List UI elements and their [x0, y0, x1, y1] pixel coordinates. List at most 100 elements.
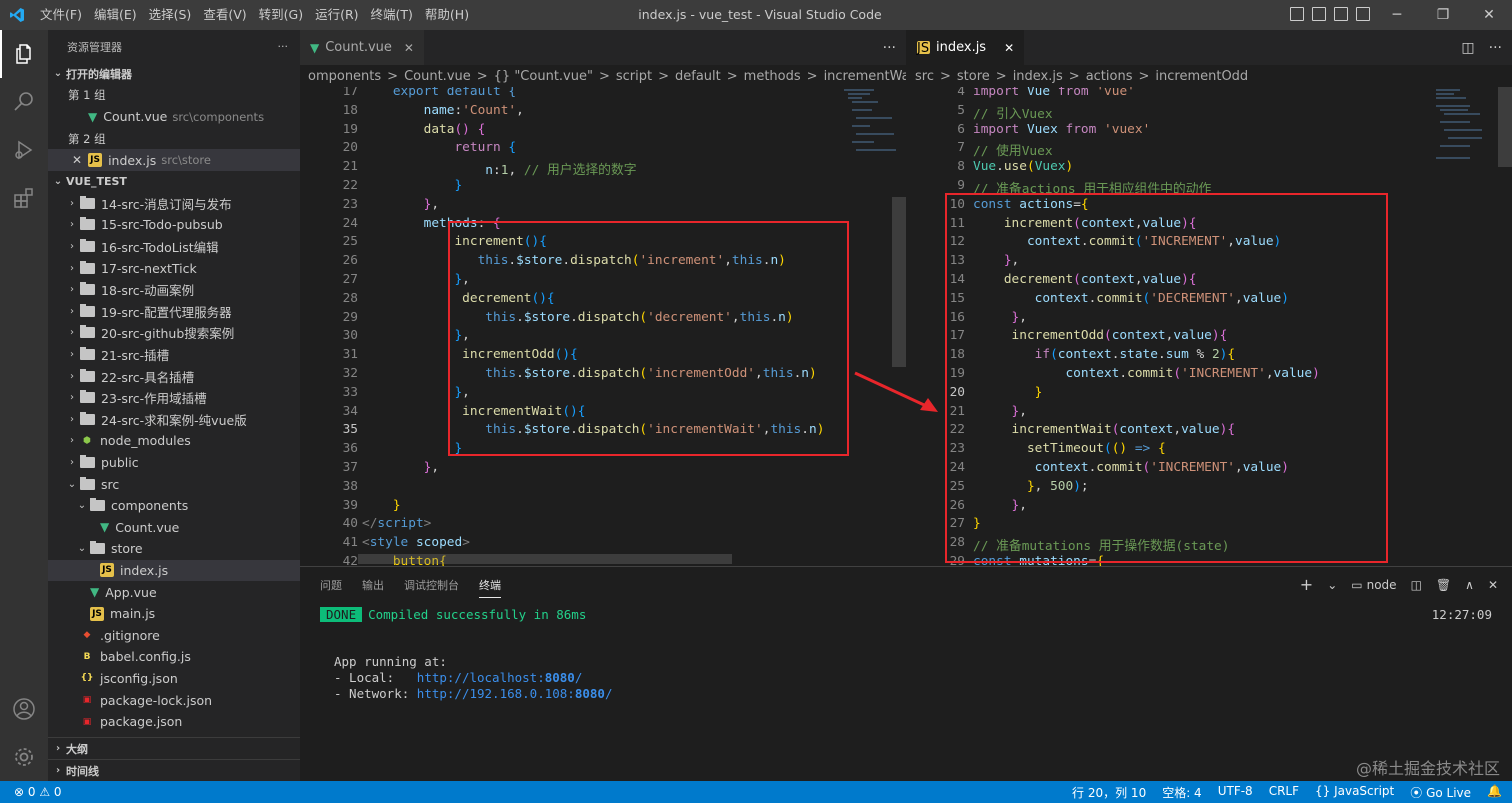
- tree-item[interactable]: ⌄ store: [48, 538, 300, 560]
- tree-item[interactable]: › 17-src-nextTick: [48, 257, 300, 279]
- tree-item[interactable]: ▼ App.vue: [48, 581, 300, 603]
- notifications-icon[interactable]: 🔔: [1487, 784, 1502, 801]
- breadcrumb-item[interactable]: script: [616, 69, 652, 84]
- outline-section[interactable]: › 大纲: [48, 738, 300, 760]
- menu-item[interactable]: 帮助(H): [419, 0, 475, 30]
- breadcrumb-item[interactable]: Count.vue: [404, 69, 471, 84]
- breadcrumb-item[interactable]: incrementOdd: [1155, 69, 1248, 84]
- tree-item[interactable]: › 20-src-github搜索案例: [48, 322, 300, 344]
- horizontal-scrollbar[interactable]: [358, 554, 732, 564]
- split-terminal-icon[interactable]: ◫: [1411, 578, 1422, 592]
- tree-item[interactable]: › 23-src-作用域插槽: [48, 387, 300, 409]
- breadcrumb-item[interactable]: index.js: [1013, 69, 1063, 84]
- breadcrumb-item[interactable]: actions: [1086, 69, 1133, 84]
- terminal-shell[interactable]: ▭ node: [1351, 578, 1396, 592]
- split-editor-icon[interactable]: ◫: [1461, 40, 1474, 56]
- panel-tab[interactable]: 问题: [320, 577, 342, 593]
- tree-item[interactable]: Bbabel.config.js: [48, 646, 300, 668]
- close-editor-icon[interactable]: ✕: [72, 153, 82, 167]
- breadcrumb-item[interactable]: default: [675, 69, 721, 84]
- language-mode[interactable]: {} JavaScript: [1315, 784, 1394, 801]
- tab-count-vue[interactable]: ▼ Count.vue ✕: [300, 30, 424, 65]
- more-actions-icon[interactable]: ···: [278, 40, 289, 53]
- encoding[interactable]: UTF-8: [1218, 784, 1253, 801]
- local-url[interactable]: http://localhost:: [417, 670, 545, 685]
- tree-item[interactable]: ◆ .gitignore: [48, 624, 300, 646]
- breadcrumb-item[interactable]: methods: [744, 69, 801, 84]
- menu-item[interactable]: 终端(T): [365, 0, 419, 30]
- tree-item[interactable]: JS main.js: [48, 603, 300, 625]
- tree-item[interactable]: ⌄ src: [48, 473, 300, 495]
- customize-layout-icon[interactable]: [1356, 7, 1370, 21]
- network-url[interactable]: http://192.168.0.108:: [417, 686, 575, 701]
- account-icon[interactable]: [0, 685, 48, 733]
- panel-tab[interactable]: 终端: [479, 572, 501, 598]
- tree-item[interactable]: › 22-src-具名插槽: [48, 365, 300, 387]
- open-editor-count-vue[interactable]: ▼ Count.vue src\components: [48, 106, 300, 128]
- new-terminal-icon[interactable]: +: [1300, 575, 1313, 594]
- more-actions-icon[interactable]: ···: [883, 40, 896, 56]
- tree-item[interactable]: ▼ Count.vue: [48, 516, 300, 538]
- trash-icon[interactable]: 🗑: [1436, 578, 1451, 592]
- toggle-panel-icon[interactable]: [1312, 7, 1326, 21]
- tab-index-js[interactable]: JS index.js ✕: [907, 30, 1025, 65]
- open-editors-section[interactable]: ⌄ 打开的编辑器: [48, 63, 300, 85]
- extensions-icon[interactable]: [0, 174, 48, 222]
- tree-item[interactable]: › public: [48, 452, 300, 474]
- menu-item[interactable]: 编辑(E): [88, 0, 143, 30]
- tree-item[interactable]: ▣ package-lock.json: [48, 689, 300, 711]
- problems-indicator[interactable]: ⊗ 0 ⚠ 0: [14, 785, 62, 799]
- timeline-section[interactable]: › 时间线: [48, 759, 300, 781]
- tree-item[interactable]: {} jsconfig.json: [48, 668, 300, 690]
- maximize-panel-icon[interactable]: ∧: [1465, 578, 1474, 592]
- project-section[interactable]: ⌄ VUE_TEST: [48, 171, 300, 193]
- panel-tab[interactable]: 输出: [362, 577, 384, 593]
- more-actions-icon[interactable]: ···: [1489, 40, 1502, 56]
- menu-item[interactable]: 转到(G): [253, 0, 309, 30]
- end-of-line[interactable]: CRLF: [1269, 784, 1299, 801]
- tree-item[interactable]: › 15-src-Todo-pubsub: [48, 214, 300, 236]
- explorer-icon[interactable]: [0, 30, 48, 78]
- tree-item[interactable]: › 24-src-求和案例-纯vue版: [48, 409, 300, 431]
- breadcrumb-item[interactable]: store: [957, 69, 990, 84]
- tree-item[interactable]: › 21-src-插槽: [48, 344, 300, 366]
- vertical-scrollbar[interactable]: [1498, 87, 1512, 566]
- toggle-secondary-sidebar-icon[interactable]: [1334, 7, 1348, 21]
- settings-gear-icon[interactable]: [0, 733, 48, 781]
- tree-item[interactable]: JS index.js: [48, 559, 300, 582]
- minimap[interactable]: [1432, 87, 1492, 566]
- minimap[interactable]: [840, 87, 900, 566]
- tree-item[interactable]: › 16-src-TodoList编辑: [48, 236, 300, 258]
- terminal-output[interactable]: DONE Compiled successfully in 86ms 12:27:0…: [320, 607, 1492, 702]
- tree-item[interactable]: ⌄ components: [48, 495, 300, 517]
- close-tab-icon[interactable]: ✕: [1004, 41, 1014, 55]
- open-editor-index-js[interactable]: ✕ JS index.js src\store: [48, 149, 300, 171]
- close-panel-icon[interactable]: ✕: [1488, 578, 1498, 592]
- cursor-position[interactable]: 行 20，列 10: [1072, 784, 1146, 801]
- breadcrumb-item[interactable]: {} "Count.vue": [494, 69, 593, 84]
- indentation[interactable]: 空格: 4: [1162, 784, 1202, 801]
- menu-item[interactable]: 运行(R): [309, 0, 364, 30]
- network-port[interactable]: 8080: [575, 686, 605, 701]
- toggle-sidebar-icon[interactable]: [1290, 7, 1304, 21]
- menu-item[interactable]: 查看(V): [197, 0, 252, 30]
- vertical-scrollbar[interactable]: [892, 87, 906, 566]
- close-tab-icon[interactable]: ✕: [404, 41, 414, 55]
- go-live-button[interactable]: ⦿ Go Live: [1410, 784, 1471, 801]
- local-port[interactable]: 8080: [545, 670, 575, 685]
- run-debug-icon[interactable]: [0, 126, 48, 174]
- search-icon[interactable]: [0, 78, 48, 126]
- close-window-button[interactable]: ✕: [1466, 0, 1512, 30]
- tree-item[interactable]: › 19-src-配置代理服务器: [48, 301, 300, 323]
- tree-item[interactable]: › 14-src-消息订阅与发布: [48, 193, 300, 215]
- breadcrumb-item[interactable]: src: [915, 69, 934, 84]
- menu-item[interactable]: 文件(F): [34, 0, 88, 30]
- chevron-down-icon[interactable]: ⌄: [1327, 578, 1337, 592]
- tree-item[interactable]: › 18-src-动画案例: [48, 279, 300, 301]
- tree-item[interactable]: ▣ package.json: [48, 711, 300, 733]
- menu-item[interactable]: 选择(S): [143, 0, 198, 30]
- tree-item[interactable]: › ⬢ node_modules: [48, 430, 300, 452]
- breadcrumb-item[interactable]: incrementWait: [824, 69, 906, 84]
- panel-tab[interactable]: 调试控制台: [404, 577, 459, 593]
- minimize-button[interactable]: ─: [1374, 0, 1420, 30]
